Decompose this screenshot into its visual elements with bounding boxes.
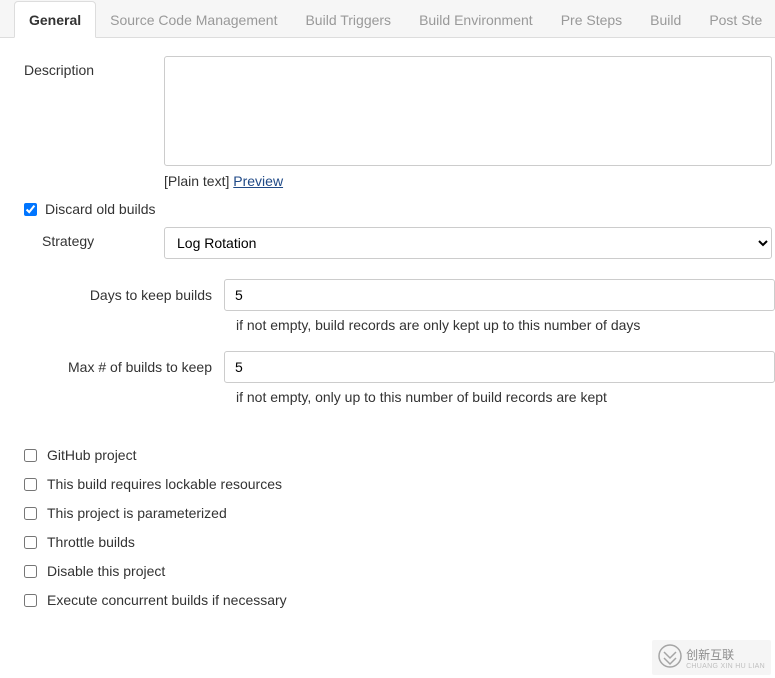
watermark-subtext: CHUANG XIN HU LIAN: [686, 663, 765, 670]
max-builds-help-text: if not empty, only up to this number of …: [236, 389, 775, 405]
concurrent-builds-label: Execute concurrent builds if necessary: [47, 592, 287, 608]
preview-link[interactable]: Preview: [233, 173, 283, 189]
tab-build[interactable]: Build: [636, 2, 695, 37]
tab-build-triggers[interactable]: Build Triggers: [291, 2, 405, 37]
disable-project-checkbox[interactable]: [24, 565, 37, 578]
disable-project-label: Disable this project: [47, 563, 165, 579]
throttle-builds-label: Throttle builds: [47, 534, 135, 550]
github-project-label: GitHub project: [47, 447, 136, 463]
days-to-keep-label: Days to keep builds: [68, 287, 224, 303]
tabs: General Source Code Management Build Tri…: [0, 0, 775, 38]
watermark-text: 创新互联: [686, 646, 765, 663]
tab-post-steps[interactable]: Post Ste: [695, 2, 775, 37]
strategy-label: Strategy: [42, 227, 164, 249]
tab-build-environment[interactable]: Build Environment: [405, 2, 547, 37]
description-label: Description: [24, 56, 164, 78]
max-builds-input[interactable]: [224, 351, 775, 383]
days-help-text: if not empty, build records are only kep…: [236, 317, 775, 333]
description-input[interactable]: [164, 56, 772, 166]
logo-icon: [658, 644, 682, 671]
tab-scm[interactable]: Source Code Management: [96, 2, 291, 37]
days-to-keep-input[interactable]: [224, 279, 775, 311]
lockable-resources-label: This build requires lockable resources: [47, 476, 282, 492]
throttle-builds-checkbox[interactable]: [24, 536, 37, 549]
concurrent-builds-checkbox[interactable]: [24, 594, 37, 607]
general-panel: Description [Plain text] Preview Discard…: [0, 38, 775, 639]
lockable-resources-checkbox[interactable]: [24, 478, 37, 491]
github-project-checkbox[interactable]: [24, 449, 37, 462]
parameterized-label: This project is parameterized: [47, 505, 227, 521]
parameterized-checkbox[interactable]: [24, 507, 37, 520]
strategy-select[interactable]: Log Rotation: [164, 227, 772, 259]
plain-text-label: [Plain text]: [164, 173, 229, 189]
max-builds-label: Max # of builds to keep: [68, 359, 224, 375]
discard-old-builds-checkbox[interactable]: [24, 203, 37, 216]
tab-pre-steps[interactable]: Pre Steps: [547, 2, 636, 37]
tab-general[interactable]: General: [14, 1, 96, 38]
discard-old-builds-label: Discard old builds: [45, 201, 156, 217]
watermark: 创新互联 CHUANG XIN HU LIAN: [652, 640, 771, 675]
